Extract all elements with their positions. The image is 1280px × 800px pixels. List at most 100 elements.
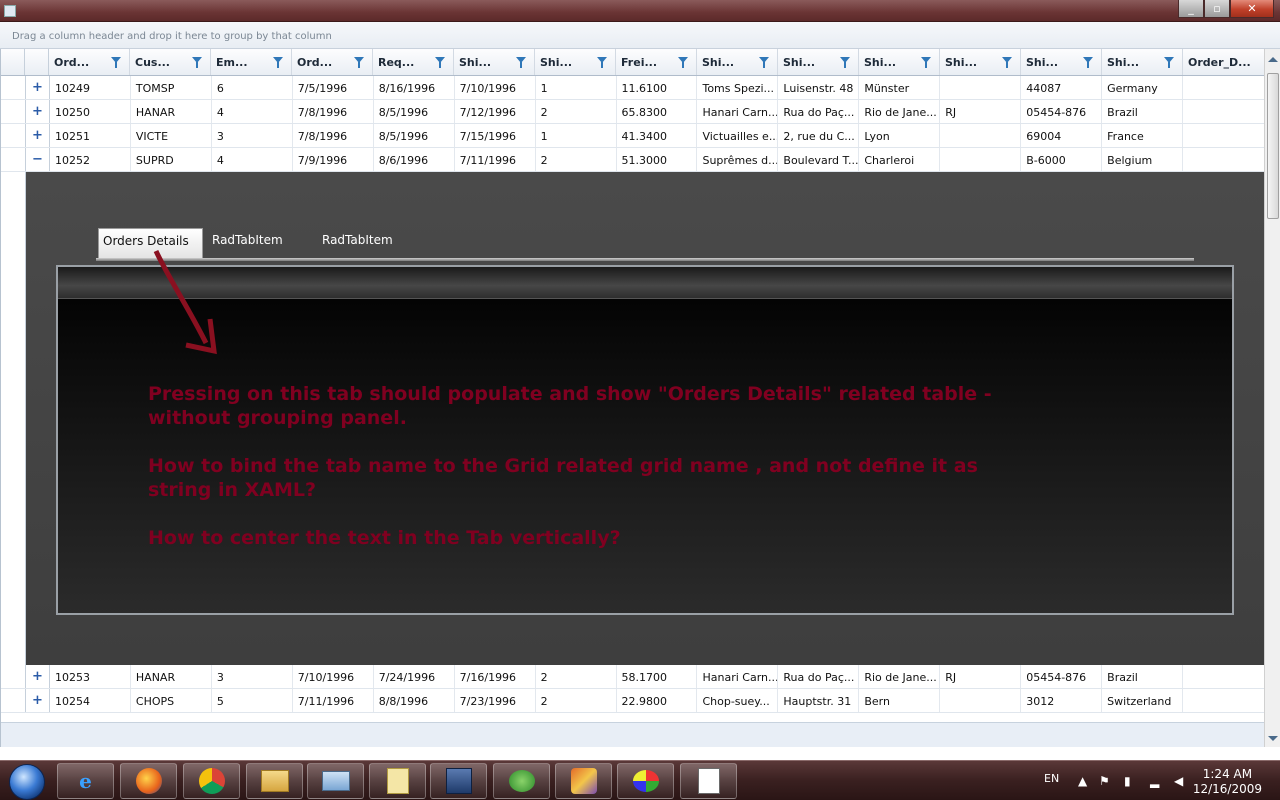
table-cell[interactable]: Victuailles e... (697, 124, 779, 147)
volume-icon[interactable]: ◀ (1174, 774, 1188, 788)
table-cell[interactable] (940, 689, 1022, 712)
media-player-icon[interactable] (430, 763, 487, 799)
table-cell[interactable]: 7/11/1996 (455, 148, 536, 171)
table-cell[interactable]: 10254 (50, 689, 131, 712)
column-header[interactable]: Ord... (292, 49, 373, 75)
safely-remove-hardware-icon[interactable]: ▮ (1124, 774, 1138, 788)
table-cell[interactable]: 44087 (1021, 76, 1103, 99)
maximize-button[interactable]: ▫ (1204, 0, 1230, 18)
table-cell[interactable]: Charleroi (859, 148, 941, 171)
table-cell[interactable]: 7/10/1996 (293, 665, 374, 688)
collapse-row-icon[interactable]: − (26, 148, 50, 171)
expand-row-icon[interactable]: + (26, 76, 50, 99)
scroll-up-icon[interactable] (1268, 57, 1278, 62)
scroll-thumb[interactable] (1267, 73, 1279, 219)
filter-icon[interactable] (1164, 57, 1174, 68)
group-panel[interactable]: Drag a column header and drop it here to… (0, 22, 1280, 49)
notes-app-icon[interactable] (369, 763, 426, 799)
chrome-icon[interactable] (183, 763, 240, 799)
table-cell[interactable]: 51.3000 (617, 148, 698, 171)
table-cell[interactable]: 7/8/1996 (293, 124, 374, 147)
table-cell[interactable]: 65.8300 (617, 100, 698, 123)
table-cell[interactable]: 7/24/1996 (374, 665, 455, 688)
table-cell[interactable] (940, 76, 1022, 99)
column-header[interactable]: Shi... (697, 49, 778, 75)
table-cell[interactable]: 7/9/1996 (293, 148, 374, 171)
column-header[interactable]: Shi... (778, 49, 859, 75)
table-cell[interactable]: 2 (536, 100, 617, 123)
filter-icon[interactable] (1002, 57, 1012, 68)
table-cell[interactable]: 10251 (50, 124, 131, 147)
table-cell[interactable]: Brazil (1102, 665, 1184, 688)
filter-icon[interactable] (354, 57, 364, 68)
filter-icon[interactable] (678, 57, 688, 68)
table-row[interactable]: +10251 VICTE 3 7/8/1996 8/5/1996 7/15/1996 1 41… (1, 124, 1266, 148)
table-cell[interactable]: Münster (859, 76, 941, 99)
start-button[interactable] (2, 762, 52, 800)
table-cell[interactable]: 6 (212, 76, 293, 99)
column-header[interactable]: Shi... (454, 49, 535, 75)
table-cell[interactable] (1183, 148, 1266, 171)
column-header[interactable]: Order_D... (1183, 49, 1265, 75)
table-cell[interactable] (1183, 689, 1266, 712)
table-cell[interactable]: 3 (212, 665, 293, 688)
table-cell[interactable]: VICTE (131, 124, 212, 147)
firefox-icon[interactable] (120, 763, 177, 799)
column-header[interactable]: Shi... (535, 49, 616, 75)
table-cell[interactable]: Rio de Jane... (859, 100, 941, 123)
table-cell[interactable]: SUPRD (131, 148, 212, 171)
table-cell[interactable]: RJ (940, 665, 1022, 688)
filter-icon[interactable] (111, 57, 121, 68)
table-row[interactable]: −10252 SUPRD 4 7/9/1996 8/6/1996 7/11/1996 2 51… (1, 148, 1266, 172)
table-cell[interactable]: Luisenstr. 48 (778, 76, 860, 99)
table-row[interactable]: +10249 TOMSP 6 7/5/1996 8/16/1996 7/10/1996 1 1… (1, 76, 1266, 100)
table-row[interactable]: +10253 HANAR 3 7/10/1996 7/24/1996 7/16/1996 2… (1, 665, 1266, 689)
table-cell[interactable]: Chop-suey... (697, 689, 779, 712)
table-cell[interactable]: 7/8/1996 (293, 100, 374, 123)
table-cell[interactable]: Suprêmes d... (697, 148, 779, 171)
table-cell[interactable]: 69004 (1021, 124, 1103, 147)
table-cell[interactable]: 7/10/1996 (455, 76, 536, 99)
file-explorer-icon[interactable] (246, 763, 303, 799)
expand-row-icon[interactable]: + (26, 100, 50, 123)
table-cell[interactable]: Hauptstr. 31 (778, 689, 860, 712)
table-cell[interactable]: 5 (212, 689, 293, 712)
table-cell[interactable]: RJ (940, 100, 1022, 123)
table-cell[interactable]: 4 (212, 148, 293, 171)
table-cell[interactable]: Hanari Carn... (697, 100, 779, 123)
filter-icon[interactable] (435, 57, 445, 68)
table-cell[interactable]: 58.1700 (617, 665, 698, 688)
table-cell[interactable]: 7/11/1996 (293, 689, 374, 712)
table-cell[interactable]: France (1102, 124, 1184, 147)
table-cell[interactable]: Boulevard T... (778, 148, 860, 171)
table-cell[interactable]: 8/16/1996 (374, 76, 455, 99)
action-center-flag-icon[interactable]: ⚑ (1099, 774, 1113, 788)
table-cell[interactable]: 7/5/1996 (293, 76, 374, 99)
table-cell[interactable]: 11.6100 (617, 76, 698, 99)
table-cell[interactable]: 22.9800 (617, 689, 698, 712)
show-hidden-icons-icon[interactable]: ▲ (1078, 774, 1092, 788)
column-header[interactable]: Ord... (49, 49, 130, 75)
table-cell[interactable]: Bern (859, 689, 941, 712)
filter-icon[interactable] (192, 57, 202, 68)
table-cell[interactable]: 10253 (50, 665, 131, 688)
scroll-down-icon[interactable] (1268, 736, 1278, 741)
table-cell[interactable]: 8/6/1996 (374, 148, 455, 171)
table-cell[interactable]: Rio de Jane... (859, 665, 941, 688)
tab-radtabitem-2[interactable]: RadTabItem (322, 228, 393, 258)
table-cell[interactable]: 8/5/1996 (374, 100, 455, 123)
table-cell[interactable]: 7/12/1996 (455, 100, 536, 123)
table-cell[interactable] (940, 124, 1022, 147)
column-header[interactable]: Req... (373, 49, 454, 75)
filter-icon[interactable] (1083, 57, 1093, 68)
table-cell[interactable]: Rua do Paç... (778, 665, 860, 688)
table-cell[interactable]: 10249 (50, 76, 131, 99)
table-cell[interactable]: B-6000 (1021, 148, 1103, 171)
table-cell[interactable]: 05454-876 (1021, 665, 1103, 688)
keyboard-app-icon[interactable] (307, 763, 364, 799)
table-cell[interactable]: 8/5/1996 (374, 124, 455, 147)
filter-icon[interactable] (840, 57, 850, 68)
table-cell[interactable]: 7/23/1996 (455, 689, 536, 712)
document-app-icon[interactable] (680, 763, 737, 799)
horizontal-scrollbar[interactable] (1, 722, 1265, 747)
